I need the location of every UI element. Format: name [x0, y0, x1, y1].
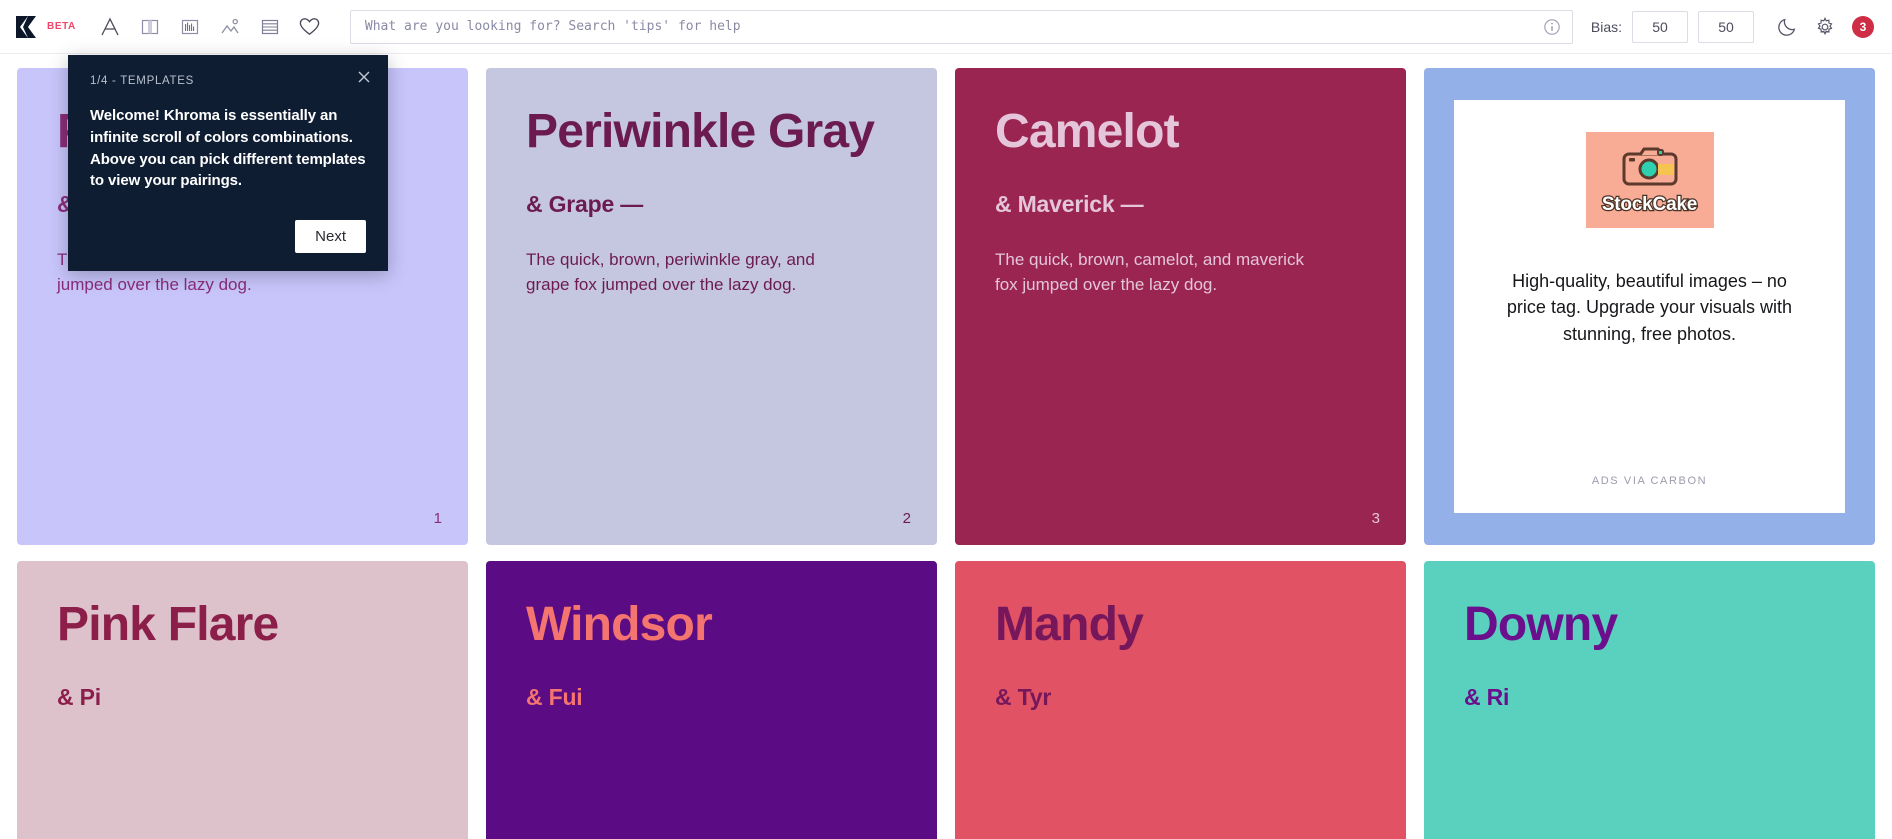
tooltip-step-label: 1/4 - TEMPLATES — [90, 75, 195, 87]
ad-logo-text: StockCake — [1601, 193, 1699, 217]
tool-duo-panel-icon[interactable] — [132, 10, 168, 44]
tooltip-body: Welcome! Khroma is essentially an infini… — [90, 107, 366, 190]
khroma-logo-icon — [16, 15, 36, 38]
palette-card[interactable]: Camelot & Maverick — The quick, brown, c… — [955, 68, 1406, 545]
card-title: Periwinkle Gray — [526, 105, 875, 158]
card-number: 1 — [433, 510, 442, 527]
ad-inner: StockCake High-quality, beautiful images… — [1454, 100, 1845, 513]
heart-icon — [300, 18, 320, 35]
card-title: Pink Flare — [57, 598, 279, 651]
gear-icon[interactable] — [1814, 16, 1836, 38]
tool-typography-icon[interactable] — [92, 10, 128, 44]
template-icon-group — [92, 10, 328, 44]
card-number: 2 — [902, 510, 911, 527]
card-title: Camelot — [995, 105, 1180, 158]
tool-palette-rows-icon[interactable] — [252, 10, 288, 44]
card-subtitle: & Maverick — — [995, 191, 1144, 218]
camera-icon — [1622, 147, 1677, 186]
card-number: 3 — [1371, 510, 1380, 527]
card-title: Mandy — [995, 598, 1144, 651]
palette-rows-icon — [261, 19, 278, 34]
tool-image-icon[interactable] — [212, 10, 248, 44]
card-subtitle: & Grape — — [526, 191, 644, 218]
card-subtitle: & Pi — [57, 684, 101, 711]
toolbar-right-actions: 3 — [1776, 15, 1874, 38]
palette-card[interactable]: Periwinkle Gray & Grape — The quick, bro… — [486, 68, 937, 545]
tooltip-actions: Next — [90, 220, 366, 253]
bias-controls: Bias: — [1590, 10, 1754, 43]
card-subtitle: & Tyr — [995, 684, 1052, 711]
ad-text: High-quality, beautiful images – no pric… — [1506, 271, 1793, 344]
advertisement-card[interactable]: StockCake High-quality, beautiful images… — [1424, 68, 1875, 545]
stockcake-logo: StockCake — [1585, 132, 1714, 228]
top-toolbar: BETA What are you looking for? Search 't… — [0, 0, 1892, 54]
gradient-bars-icon — [181, 19, 198, 34]
duo-panel-icon — [141, 19, 158, 34]
card-title: Downy — [1464, 598, 1618, 651]
close-icon[interactable] — [356, 69, 372, 85]
info-icon[interactable] — [1543, 18, 1561, 36]
tool-gradient-bars-icon[interactable] — [172, 10, 208, 44]
bias-input-1[interactable] — [1632, 10, 1688, 43]
bias-input-2[interactable] — [1698, 10, 1754, 43]
palette-card[interactable]: Pink Flare & Pi — [17, 561, 468, 839]
card-title: Windsor — [526, 598, 713, 651]
image-icon — [221, 18, 239, 33]
card-body: The quick, brown, camelot, and maverick … — [995, 250, 1304, 294]
tooltip-next-button[interactable]: Next — [295, 220, 366, 253]
search-input[interactable] — [349, 9, 1573, 44]
card-subtitle: & Fui — [526, 684, 583, 711]
bias-label: Bias: — [1590, 18, 1622, 35]
card-subtitle: & Ri — [1464, 684, 1510, 711]
card-body: The quick, brown, periwinkle gray, and g… — [526, 250, 815, 294]
palette-card[interactable]: Windsor & Fui — [486, 561, 937, 839]
palette-card[interactable]: Mandy & Tyr — [955, 561, 1406, 839]
typography-icon — [101, 17, 119, 35]
beta-badge: BETA — [47, 21, 76, 32]
palette-card[interactable]: Downy & Ri — [1424, 561, 1875, 839]
ad-attribution[interactable]: ADS VIA CARBON — [1592, 475, 1707, 487]
notification-badge[interactable]: 3 — [1852, 15, 1874, 38]
moon-icon[interactable] — [1776, 16, 1798, 38]
tool-favorites-icon[interactable] — [292, 10, 328, 44]
app-logo[interactable]: BETA — [14, 14, 76, 40]
onboarding-tooltip: 1/4 - TEMPLATES Welcome! Khroma is essen… — [68, 55, 388, 271]
search-bar — [349, 9, 1573, 44]
